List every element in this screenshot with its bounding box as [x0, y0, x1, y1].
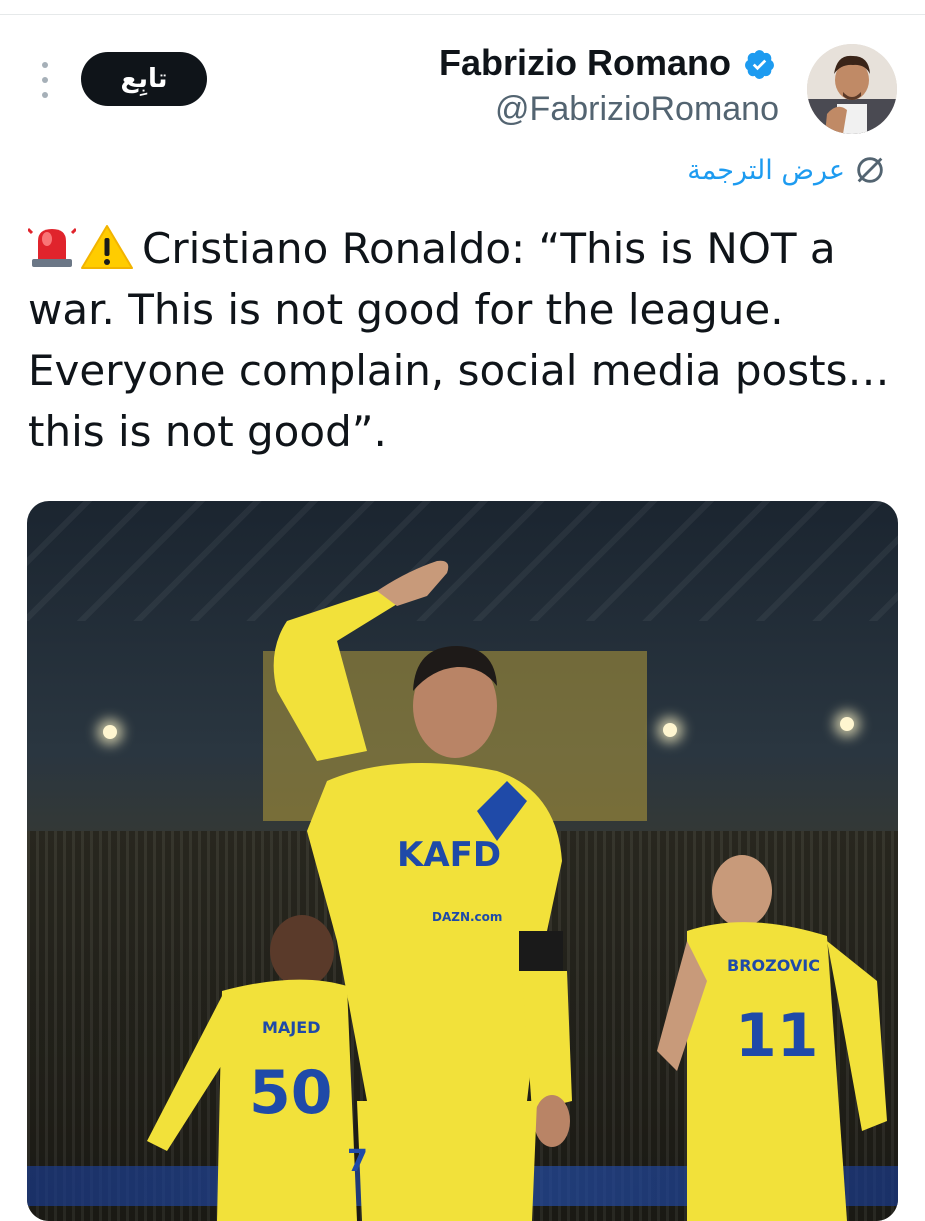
author-display-name[interactable]: Fabrizio Romano	[439, 42, 731, 84]
players-illustration: MAJED 50 BROZOVIC 11 KAFD DAZN.com 7	[147, 560, 887, 1221]
center-player-number: 7	[347, 1144, 368, 1179]
verified-badge-icon	[745, 50, 774, 79]
translate-globe-icon	[857, 157, 883, 183]
right-player-number: 11	[735, 1001, 819, 1071]
show-translation-label: عرض الترجمة	[687, 154, 845, 186]
sponsor-logo-text: KAFD	[397, 835, 501, 875]
more-options-icon[interactable]	[36, 62, 54, 98]
player-right: BROZOVIC 11	[657, 855, 887, 1221]
author-avatar[interactable]	[807, 44, 897, 134]
follow-button[interactable]: تابِع	[81, 52, 207, 106]
sub-sponsor-text: DAZN.com	[432, 910, 502, 924]
warning-emoji-icon	[81, 225, 133, 269]
tweet-text-body: Cristiano Ronaldo: “This is NOT a war. T…	[28, 224, 890, 456]
author-handle[interactable]: @FabrizioRomano	[495, 90, 779, 129]
tweet-media-image[interactable]: MAJED 50 BROZOVIC 11 KAFD DAZN.com 7	[27, 501, 898, 1221]
show-translation-link[interactable]: عرض الترجمة	[687, 150, 887, 190]
tweet-text: Cristiano Ronaldo: “This is NOT a war. T…	[28, 218, 908, 462]
police-light-emoji-icon	[28, 227, 76, 267]
left-player-number: 50	[249, 1058, 333, 1128]
player-left: MAJED 50	[147, 915, 357, 1221]
left-player-name: MAJED	[262, 1018, 320, 1037]
top-divider	[0, 14, 925, 15]
right-player-name: BROZOVIC	[727, 956, 820, 975]
